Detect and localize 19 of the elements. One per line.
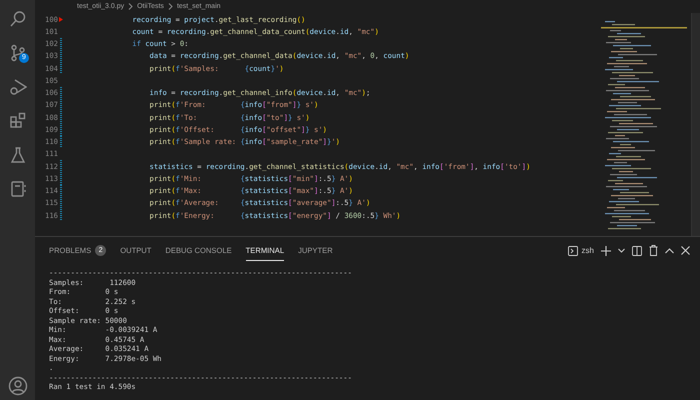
trash-icon[interactable] [649, 245, 658, 256]
extensions-icon[interactable] [8, 112, 26, 130]
chevron-down-icon[interactable] [618, 248, 625, 253]
split-icon[interactable] [632, 246, 642, 256]
scrollbar[interactable] [691, 13, 700, 236]
search-icon[interactable] [8, 10, 26, 28]
run-debug-icon[interactable] [8, 78, 26, 96]
plus-icon[interactable] [601, 246, 611, 256]
chevron-up-icon[interactable] [665, 248, 674, 254]
notebook-icon[interactable] [8, 180, 26, 198]
account-icon[interactable] [8, 376, 28, 396]
flask-icon[interactable] [8, 146, 26, 164]
chevron-icon [168, 3, 173, 10]
breakpoint-icon[interactable] [59, 17, 63, 22]
terminal-icon[interactable] [568, 246, 578, 256]
terminal-name[interactable]: zsh [582, 246, 594, 255]
source-control-icon[interactable] [8, 44, 26, 62]
chevron-icon [128, 3, 134, 10]
close-icon[interactable] [681, 246, 690, 255]
